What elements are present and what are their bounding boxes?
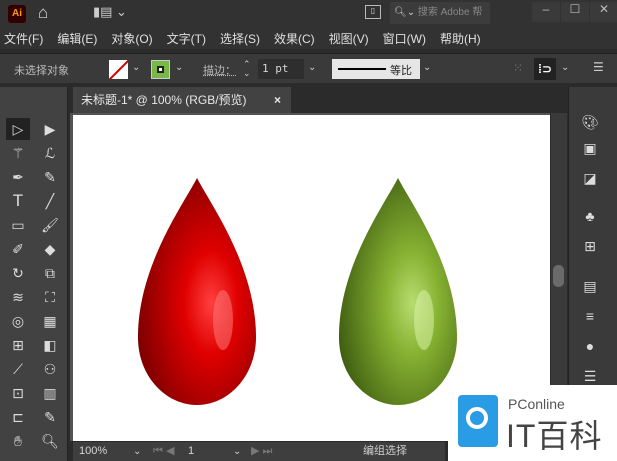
gradient-panel-icon[interactable]: ▤ bbox=[579, 275, 601, 297]
right-panel-dock: 🎨︎ ▣ ◪ ♣ ⊞ ▤ ≡ ● ☰ bbox=[568, 87, 617, 387]
layers-panel-icon[interactable]: ☰ bbox=[579, 365, 601, 387]
scale-tool-icon[interactable]: ⧉ bbox=[38, 262, 62, 284]
arrange-icon[interactable]: ⁞⊃ bbox=[534, 58, 556, 80]
free-transform-tool-icon[interactable]: ⛶ bbox=[38, 286, 62, 308]
minimize-button[interactable]: – bbox=[532, 2, 560, 22]
transparency-panel-icon[interactable]: ● bbox=[579, 335, 601, 357]
current-tool-status[interactable]: 编组选择 bbox=[363, 442, 407, 461]
symbols-panel-icon[interactable]: ♣ bbox=[579, 205, 601, 227]
close-button[interactable]: ✕ bbox=[590, 2, 617, 22]
menu-type[interactable]: 文字(T) bbox=[167, 30, 206, 47]
arrange-documents-icon[interactable]: ▯ bbox=[365, 5, 381, 19]
shaper-tool-icon[interactable]: ✐ bbox=[6, 238, 30, 260]
menu-edit[interactable]: 编辑(E) bbox=[57, 30, 97, 47]
tab-close-icon[interactable]: × bbox=[274, 87, 281, 114]
brand-name: PConline bbox=[508, 396, 565, 412]
magnifier-logo-icon bbox=[458, 395, 498, 447]
stroke-weight-input[interactable]: 1 pt bbox=[258, 59, 304, 79]
first-page-icon[interactable]: ⏮ ◀ bbox=[153, 442, 174, 461]
zoom-tool-icon[interactable]: 🔍︎ bbox=[38, 430, 62, 452]
blend-tool-icon[interactable]: ⚇ bbox=[38, 358, 62, 380]
search-icon: 🔍︎⌄ bbox=[394, 7, 418, 18]
zoom-dropdown[interactable]: ⌄ bbox=[133, 442, 141, 461]
variable-width-profile[interactable]: 等比 bbox=[332, 59, 420, 79]
status-bar: 100% ⌄ ⏮ ◀ 1 ⌄ ▶ ⏭ 编组选择 bbox=[73, 442, 445, 461]
magic-wand-tool-icon[interactable]: ⚚ bbox=[6, 142, 30, 164]
hand-tool-icon[interactable]: ✋︎ bbox=[6, 430, 30, 452]
align-icon[interactable]: ⁙ bbox=[513, 61, 523, 75]
control-bar: 未选择对象 ⌄ ⌄ 描边： ⌃ ⌄ 1 pt ⌄ 等比 ⌄ ⁙ ⁞⊃ ⌄ ☰ bbox=[0, 53, 617, 83]
selection-tool-icon[interactable]: ▷ bbox=[6, 118, 30, 140]
profile-label: 等比 bbox=[390, 65, 412, 77]
red-drop[interactable] bbox=[137, 178, 257, 405]
page-number[interactable]: 1 bbox=[188, 442, 194, 461]
app-logo: Ai bbox=[8, 5, 26, 23]
rectangle-tool-icon[interactable]: ▭ bbox=[6, 214, 30, 236]
tools-panel: ▷ ▶ ⚚ ℒ ✒ ✎ T ╱ ▭ 🖌︎ ✐ ◆ ↻ ⧉ ≋ ⛶ ◎ ▦ ⊞ ◧… bbox=[0, 87, 68, 461]
column-graph-tool-icon[interactable]: ▥ bbox=[38, 382, 62, 404]
menu-list-icon[interactable]: ☰ bbox=[593, 60, 604, 74]
tab-title: 未标题-1* @ 100% (RGB/预览) bbox=[81, 93, 247, 107]
menu-window[interactable]: 窗口(W) bbox=[383, 30, 426, 47]
line-tool-icon[interactable]: ╱ bbox=[38, 190, 62, 212]
artboard-tool-icon[interactable]: ⊏ bbox=[6, 406, 30, 428]
page-dropdown[interactable]: ⌄ bbox=[233, 442, 241, 461]
fill-swatch[interactable] bbox=[109, 60, 128, 79]
eyedropper-tool-icon[interactable]: ⟋ bbox=[6, 358, 30, 380]
stroke-dropdown[interactable]: ⌄ bbox=[175, 62, 183, 73]
color-guide-icon[interactable]: ◪ bbox=[579, 167, 601, 189]
swatches-panel-icon[interactable]: ⊞ bbox=[579, 235, 601, 257]
menu-effect[interactable]: 效果(C) bbox=[274, 30, 315, 47]
menu-file[interactable]: 文件(F) bbox=[4, 30, 43, 47]
menu-object[interactable]: 对象(O) bbox=[111, 30, 152, 47]
menu-select[interactable]: 选择(S) bbox=[220, 30, 260, 47]
slice-tool-icon[interactable]: ✎ bbox=[38, 406, 62, 428]
search-input[interactable]: 🔍︎⌄ 搜索 Adobe 帮助 bbox=[390, 2, 490, 40]
curvature-tool-icon[interactable]: ✎ bbox=[38, 166, 62, 188]
shape-builder-tool-icon[interactable]: ◎ bbox=[6, 310, 30, 332]
direct-selection-tool-icon[interactable]: ▶ bbox=[38, 118, 62, 140]
width-tool-icon[interactable]: ≋ bbox=[6, 286, 30, 308]
gradient-tool-icon[interactable]: ◧ bbox=[38, 334, 62, 356]
symbol-sprayer-tool-icon[interactable]: ⊡ bbox=[6, 382, 30, 404]
fill-dropdown[interactable]: ⌄ bbox=[132, 62, 140, 73]
zoom-level[interactable]: 100% bbox=[79, 442, 107, 461]
home-icon[interactable]: ⌂ bbox=[38, 3, 48, 23]
type-tool-icon[interactable]: T bbox=[6, 190, 30, 212]
color-panel-icon[interactable]: 🎨︎ bbox=[579, 111, 601, 133]
menu-view[interactable]: 视图(V) bbox=[329, 30, 369, 47]
document-panel-icon[interactable]: ▣ bbox=[579, 137, 601, 159]
profile-dropdown[interactable]: ⌄ bbox=[423, 62, 431, 73]
scrollbar-thumb[interactable] bbox=[553, 265, 564, 287]
stroke-weight-dropdown[interactable]: ⌄ bbox=[308, 62, 316, 73]
perspective-grid-tool-icon[interactable]: ▦ bbox=[38, 310, 62, 332]
stroke-panel-icon[interactable]: ≡ bbox=[579, 305, 601, 327]
maximize-button[interactable]: ☐ bbox=[561, 2, 589, 22]
workspace-switcher[interactable]: ▮▤ ⌄ bbox=[93, 4, 127, 20]
rotate-tool-icon[interactable]: ↻ bbox=[6, 262, 30, 284]
stroke-label[interactable]: 描边： bbox=[203, 62, 236, 78]
document-tab[interactable]: 未标题-1* @ 100% (RGB/预览) × bbox=[73, 87, 291, 114]
stroke-swatch[interactable] bbox=[151, 60, 170, 79]
stroke-stepper[interactable]: ⌃ ⌄ bbox=[243, 60, 251, 78]
watermark-logo: PConline IT百科 bbox=[448, 385, 617, 461]
selection-status: 未选择对象 bbox=[14, 65, 69, 77]
green-drop[interactable] bbox=[338, 178, 458, 405]
eraser-tool-icon[interactable]: ◆ bbox=[38, 238, 62, 260]
mesh-tool-icon[interactable]: ⊞ bbox=[6, 334, 30, 356]
lasso-tool-icon[interactable]: ℒ bbox=[38, 142, 62, 164]
menu-help[interactable]: 帮助(H) bbox=[440, 30, 481, 47]
arrange-dropdown[interactable]: ⌄ bbox=[561, 62, 569, 73]
next-page-icon[interactable]: ▶ ⏭ bbox=[251, 442, 272, 461]
pen-tool-icon[interactable]: ✒ bbox=[6, 166, 30, 188]
paintbrush-tool-icon[interactable]: 🖌︎ bbox=[38, 214, 62, 236]
menu-bar: 文件(F) 编辑(E) 对象(O) 文字(T) 选择(S) 效果(C) 视图(V… bbox=[0, 27, 617, 49]
site-name: IT百科 bbox=[506, 418, 603, 454]
